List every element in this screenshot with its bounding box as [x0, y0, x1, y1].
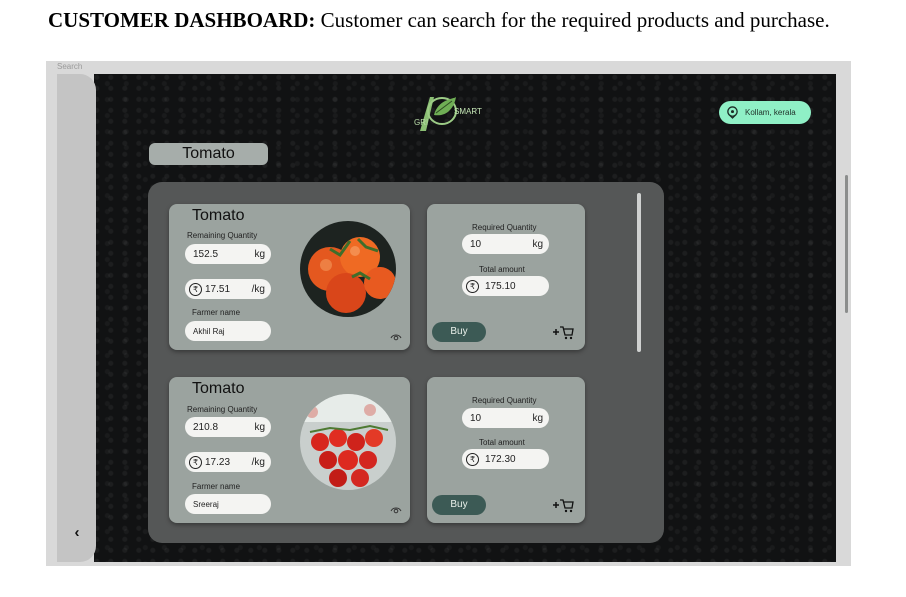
total-amount-field: ₹ 175.10: [462, 276, 549, 296]
sidebar: [57, 74, 96, 562]
panel-scrollbar[interactable]: [637, 193, 641, 352]
rupee-icon: ₹: [466, 279, 479, 293]
total-amount-value: 175.10: [485, 280, 516, 292]
logo-text-smart: SMART: [454, 107, 482, 116]
add-to-cart-icon[interactable]: [551, 495, 575, 515]
view-icon[interactable]: [390, 332, 402, 342]
caption-bold: CUSTOMER DASHBOARD:: [48, 8, 316, 32]
rupee-icon: ₹: [466, 452, 479, 466]
required-quantity-value: 10: [470, 238, 482, 250]
page-caption: CUSTOMER DASHBOARD: Customer can search …: [48, 8, 830, 33]
farmer-name-label: Farmer name: [192, 308, 241, 317]
remaining-quantity-unit: kg: [254, 421, 265, 433]
listing-card: Tomato Remaining Quantity 152.5 kg ₹17.5…: [169, 204, 410, 350]
farmer-name-field: Akhil Raj: [185, 321, 271, 341]
required-quantity-unit: kg: [532, 412, 543, 424]
view-icon[interactable]: [390, 505, 402, 515]
price-value: 17.51: [205, 283, 231, 295]
add-to-cart-icon[interactable]: [551, 322, 575, 342]
location-text: Kollam, kerala: [745, 108, 796, 117]
product-name: Tomato: [192, 207, 245, 224]
back-button[interactable]: ‹: [70, 525, 84, 541]
remaining-quantity-value: 210.8: [193, 421, 219, 433]
required-quantity-unit: kg: [532, 238, 543, 250]
tomato-photo: [300, 221, 396, 317]
farmer-name-field: Sreeraj: [185, 494, 271, 514]
price-field: ₹17.23 /kg: [185, 452, 271, 472]
price-unit: /kg: [251, 283, 265, 295]
logo-text-gri: GRI: [414, 118, 429, 127]
remaining-quantity-label: Remaining Quantity: [187, 405, 258, 414]
total-amount-value: 172.30: [485, 453, 516, 465]
buy-button[interactable]: Buy: [432, 322, 486, 342]
price-field: ₹17.51 /kg: [185, 279, 271, 299]
location-pin-icon: [727, 106, 738, 119]
product-name: Tomato: [192, 380, 245, 397]
required-quantity-label: Required Quantity: [472, 396, 537, 405]
remaining-quantity-field: 210.8 kg: [185, 417, 271, 437]
required-quantity-label: Required Quantity: [472, 223, 537, 232]
remaining-quantity-value: 152.5: [193, 248, 219, 260]
order-card: Required Quantity 10 kg Total amount ₹ 1…: [427, 377, 585, 523]
search-label: Search: [57, 62, 83, 71]
product-search-title[interactable]: Tomato: [149, 143, 268, 165]
farmer-name-value: Akhil Raj: [193, 326, 225, 336]
remaining-quantity-label: Remaining Quantity: [187, 231, 258, 240]
location-badge[interactable]: Kollam, kerala: [719, 101, 811, 124]
farmer-name-label: Farmer name: [192, 482, 241, 491]
remaining-quantity-field: 152.5 kg: [185, 244, 271, 264]
price-value: 17.23: [205, 456, 231, 468]
total-amount-label: Total amount: [479, 438, 525, 447]
total-amount-label: Total amount: [479, 265, 525, 274]
rupee-icon: ₹: [189, 455, 202, 469]
required-quantity-value: 10: [470, 412, 482, 424]
caption-text: Customer can search for the required pro…: [315, 8, 830, 32]
cherry-tomato-photo: [300, 394, 396, 490]
total-amount-field: ₹ 172.30: [462, 449, 549, 469]
farmer-name-value: Sreeraj: [193, 499, 219, 509]
required-quantity-input[interactable]: 10 kg: [462, 408, 549, 428]
remaining-quantity-unit: kg: [254, 248, 265, 260]
order-card: Required Quantity 10 kg Total amount ₹ 1…: [427, 204, 585, 350]
price-unit: /kg: [251, 456, 265, 468]
buy-button[interactable]: Buy: [432, 495, 486, 515]
required-quantity-input[interactable]: 10 kg: [462, 234, 549, 254]
rupee-icon: ₹: [189, 282, 202, 296]
listing-card: Tomato Remaining Quantity 210.8 kg ₹17.2…: [169, 377, 410, 523]
page-scrollbar[interactable]: [845, 175, 848, 313]
